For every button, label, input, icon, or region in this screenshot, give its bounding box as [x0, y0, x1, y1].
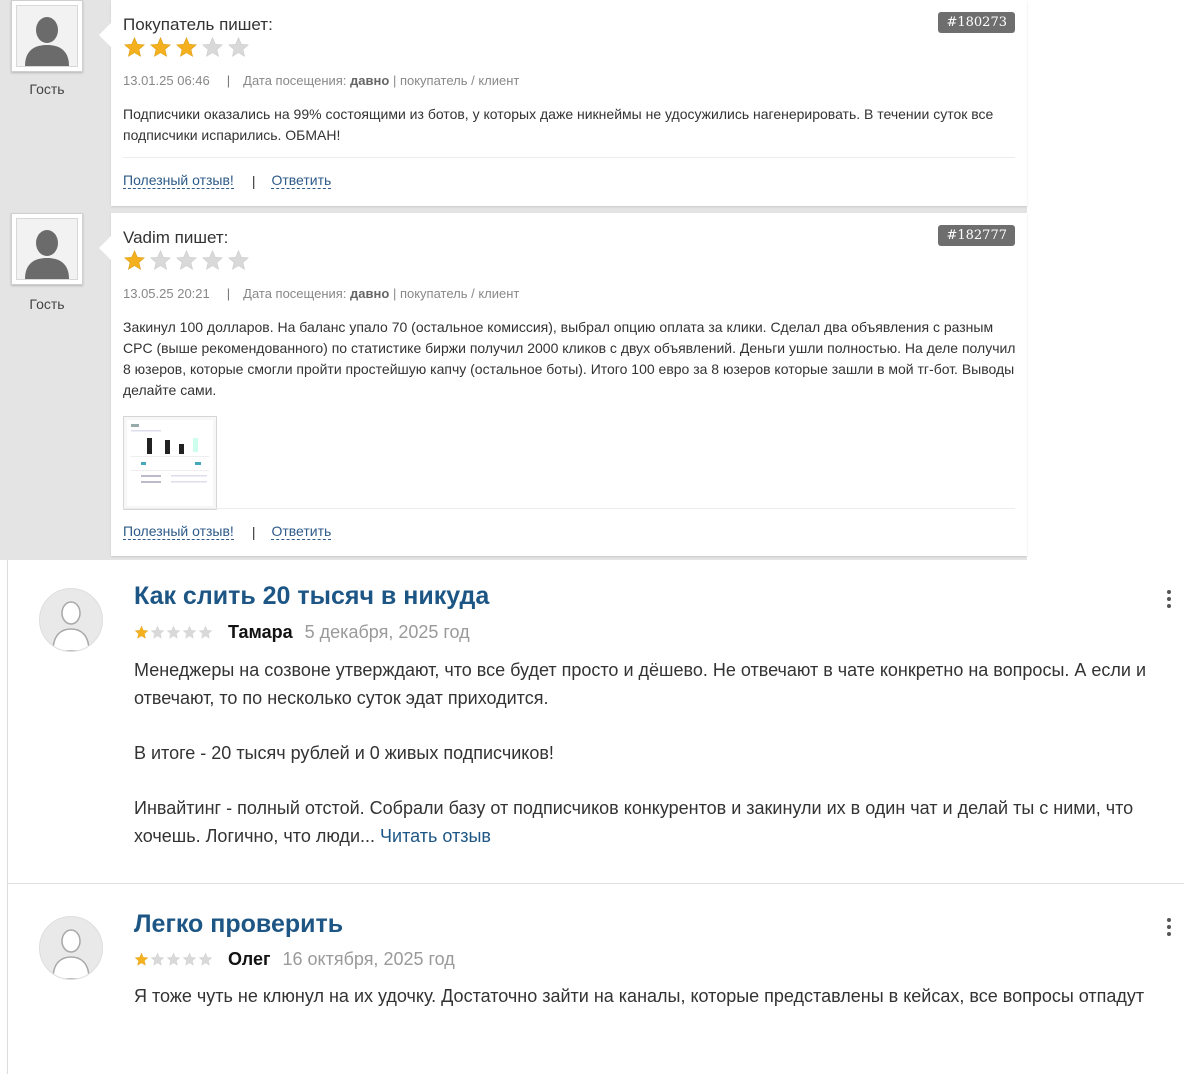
author-line: Покупатель пишет:	[123, 15, 273, 34]
forum-review: Гость Vadim пишет: #182777 13.05.25 20:2…	[0, 213, 1027, 559]
star-icon	[134, 952, 149, 966]
user-silhouette-icon	[52, 601, 90, 651]
user-role: | покупатель / клиент	[392, 286, 520, 301]
kebab-menu-icon[interactable]	[1166, 590, 1172, 608]
review-body: Менеджеры на созвоне утверждают, что все…	[134, 656, 1174, 850]
review-id-badge[interactable]: #182777	[938, 225, 1015, 246]
star-icon	[134, 625, 149, 639]
review-actions: Полезный отзыв! | Ответить	[123, 172, 332, 189]
helpful-review-link[interactable]: Полезный отзыв!	[123, 523, 234, 540]
star-icon	[176, 249, 197, 270]
guest-label: Гость	[29, 296, 65, 312]
divider	[123, 508, 1015, 509]
screenshot-thumbnail-image	[127, 420, 213, 506]
star-icon	[198, 952, 213, 966]
forum-reviews-panel: Гость Покупатель пишет: #180273 13.01.25…	[0, 0, 1027, 560]
attachment-thumbnail[interactable]	[123, 416, 217, 510]
star-icon	[202, 36, 223, 57]
review-date: 5 декабря, 2025 год	[304, 622, 470, 642]
star-icon	[182, 952, 197, 966]
review-actions: Полезный отзыв! | Ответить	[123, 523, 332, 540]
site-reviews-list: Как слить 20 тысяч в никуда Тамара 5 дек…	[7, 560, 1184, 1074]
visit-label: Дата посещения:	[243, 73, 347, 88]
star-icon	[176, 36, 197, 57]
review-card: Vadim пишет: #182777 13.05.25 20:21 | Дата…	[99, 213, 1027, 556]
user-avatar	[39, 588, 103, 652]
read-review-link[interactable]: Читать отзыв	[380, 826, 491, 846]
review-title[interactable]: Как слить 20 тысяч в никуда	[134, 582, 489, 611]
user-silhouette-icon	[25, 230, 69, 279]
star-rating	[123, 249, 250, 272]
user-role: | покупатель / клиент	[392, 73, 520, 88]
review-author: Олег	[228, 949, 271, 969]
star-icon	[124, 249, 145, 270]
review-date: 16 октября, 2025 год	[282, 949, 455, 969]
star-icon	[150, 952, 165, 966]
user-avatar	[11, 0, 83, 72]
star-icon	[228, 249, 249, 270]
review-item: Легко проверить Олег 16 октября, 2025 го…	[8, 885, 1184, 1074]
review-date: 13.05.25 20:21	[123, 286, 210, 301]
reply-link[interactable]: Ответить	[271, 523, 332, 540]
review-date: 13.01.25 06:46	[123, 73, 210, 88]
review-meta: Олег 16 октября, 2025 год	[134, 949, 455, 970]
review-paragraph: Я тоже чуть не клюнул на их удочку. Дост…	[134, 986, 1145, 1006]
forum-review: Гость Покупатель пишет: #180273 13.01.25…	[0, 0, 1027, 208]
star-icon	[202, 249, 223, 270]
visit-label: Дата посещения:	[243, 286, 347, 301]
star-rating	[134, 625, 213, 640]
star-icon	[182, 625, 197, 639]
review-paragraph: Инвайтинг - полный отстой. Собрали базу …	[134, 798, 1134, 846]
kebab-menu-icon[interactable]	[1166, 918, 1172, 936]
star-icon	[198, 625, 213, 639]
star-rating	[123, 36, 250, 59]
review-paragraph: Менеджеры на созвоне утверждают, что все…	[134, 660, 1147, 708]
star-icon	[150, 36, 171, 57]
review-body: Я тоже чуть не клюнул на их удочку. Дост…	[134, 982, 1174, 1010]
reply-link[interactable]: Ответить	[271, 172, 332, 189]
review-id-badge[interactable]: #180273	[938, 12, 1015, 33]
review-card: Покупатель пишет: #180273 13.01.25 06:46…	[99, 0, 1027, 206]
star-icon	[150, 249, 171, 270]
star-rating	[134, 952, 213, 967]
review-title[interactable]: Легко проверить	[134, 910, 343, 939]
review-author: Тамара	[228, 622, 293, 642]
review-paragraph: В итоге - 20 тысяч рублей и 0 живых подп…	[134, 743, 554, 763]
review-text: Подписчики оказались на 99% состоящими и…	[123, 106, 994, 143]
star-icon	[124, 36, 145, 57]
star-icon	[166, 625, 181, 639]
review-meta: 13.01.25 06:46 | Дата посещения: давно | п…	[123, 73, 520, 88]
user-avatar	[39, 916, 103, 980]
review-item: Как слить 20 тысяч в никуда Тамара 5 дек…	[8, 560, 1184, 884]
star-icon	[150, 625, 165, 639]
author-line: Vadim пишет:	[123, 228, 229, 247]
review-meta: 13.05.25 20:21 | Дата посещения: давно | п…	[123, 286, 520, 301]
visit-value: давно	[350, 286, 390, 301]
review-meta: Тамара 5 декабря, 2025 год	[134, 622, 470, 643]
user-silhouette-icon	[25, 17, 69, 66]
divider	[123, 157, 1015, 158]
visit-value: давно	[350, 73, 390, 88]
star-icon	[228, 36, 249, 57]
helpful-review-link[interactable]: Полезный отзыв!	[123, 172, 234, 189]
user-avatar	[11, 213, 83, 285]
user-silhouette-icon	[52, 929, 90, 979]
review-text: Закинул 100 долларов. На баланс упало 70…	[123, 319, 1016, 398]
star-icon	[166, 952, 181, 966]
guest-label: Гость	[29, 81, 65, 97]
